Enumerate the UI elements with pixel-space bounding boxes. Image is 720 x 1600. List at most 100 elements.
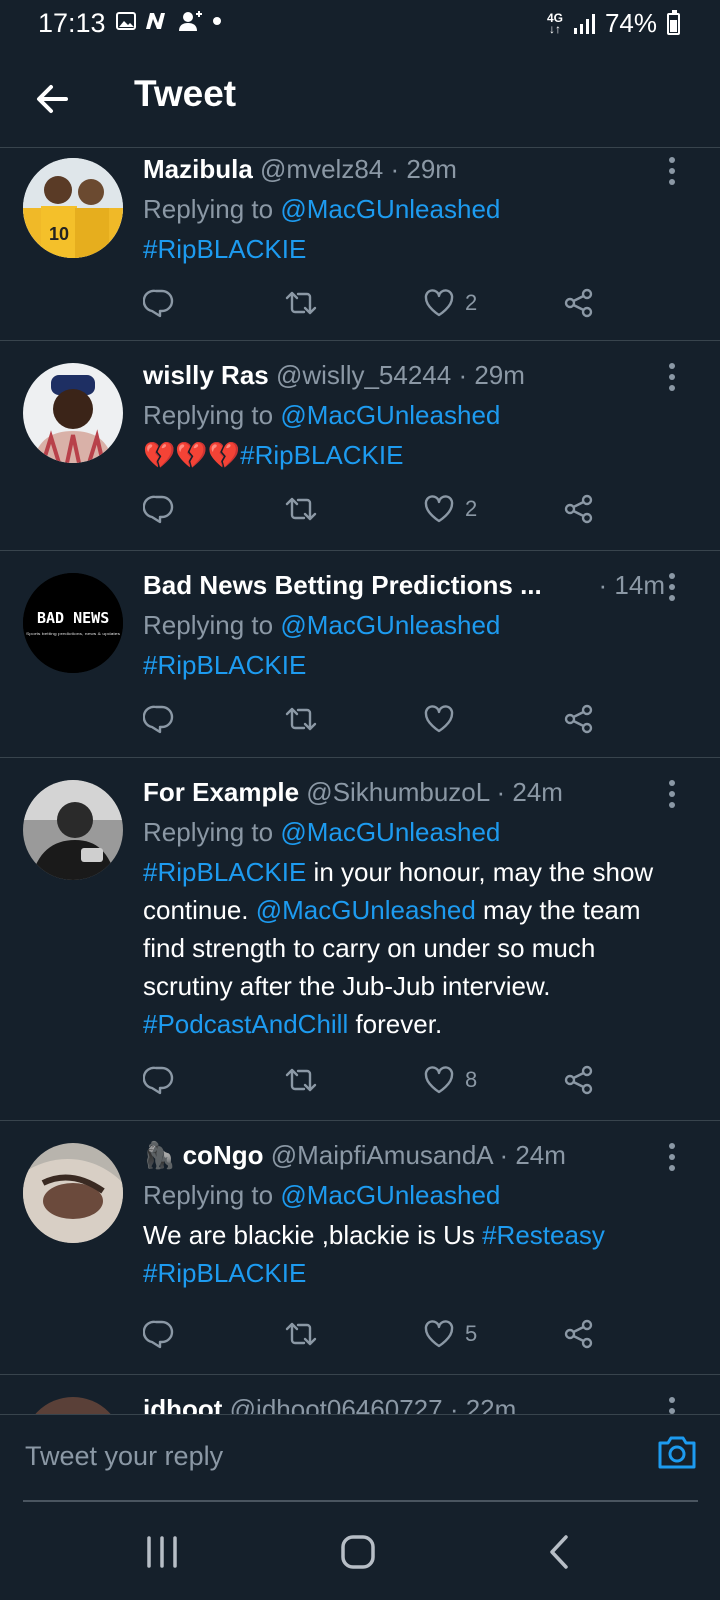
retweet-icon (285, 291, 317, 315)
author-name[interactable]: For Example (143, 777, 299, 807)
like-button[interactable]: 8 (423, 1060, 477, 1100)
reply-icon (143, 1066, 174, 1095)
replying-to: Replying to @MacGUnleashed (143, 817, 501, 847)
mention-link[interactable]: @MacGUnleashed (280, 817, 500, 847)
hashtag-link[interactable]: #RipBLACKIE (143, 1258, 306, 1288)
signal-icon (573, 13, 595, 34)
retweet-icon (285, 1322, 317, 1346)
share-button[interactable] (563, 1314, 595, 1354)
retweet-button[interactable] (283, 1060, 319, 1100)
retweet-icon (285, 1068, 317, 1092)
avatar[interactable]: BAD NEWS Sports betting predictions, news… (23, 573, 123, 673)
status-time: 17:13 (38, 8, 106, 38)
avatar[interactable]: 10 (23, 158, 123, 258)
author-name[interactable]: Mazibula (143, 154, 253, 184)
like-button[interactable]: 5 (423, 1314, 477, 1354)
reply-tweet[interactable]: jdhoot @jdhoot06460727 · 22m (0, 1375, 720, 1414)
hashtag-link[interactable]: #RipBLACKIE (143, 234, 306, 264)
mention-link[interactable]: @MacGUnleashed (280, 1180, 500, 1210)
tweet-text-segment: We are blackie ,blackie is Us (143, 1220, 483, 1250)
tweet-time: · 29m (458, 360, 525, 390)
reply-input[interactable] (23, 1433, 617, 1479)
like-button[interactable]: 2 (423, 489, 477, 529)
camera-button[interactable] (656, 1431, 698, 1473)
hashtag-link[interactable]: #Resteasy (482, 1220, 605, 1250)
system-nav-bar (0, 1502, 720, 1600)
reply-tweet[interactable]: wislly Ras @wislly_54244 · 29m Replying … (0, 341, 720, 551)
avatar[interactable] (23, 780, 123, 880)
author-handle[interactable]: @jdhoot06460727 (230, 1394, 443, 1414)
mention-link[interactable]: @MacGUnleashed (256, 895, 476, 925)
reply-tweet[interactable]: BAD NEWS Sports betting predictions, news… (0, 551, 720, 758)
tweet-text: We are blackie ,blackie is Us #Resteasy … (143, 1216, 665, 1292)
avatar-logo-text: BAD NEWS (37, 609, 109, 627)
author-name[interactable]: 🦍 coNgo (143, 1140, 263, 1170)
avatar[interactable] (23, 1397, 123, 1414)
more-vertical-icon (669, 1397, 675, 1414)
tweet-time: · 29m (390, 154, 457, 184)
like-count: 2 (465, 496, 478, 521)
retweet-icon (285, 497, 317, 521)
share-button[interactable] (563, 283, 595, 323)
mention-link[interactable]: @MacGUnleashed (280, 610, 500, 640)
avatar[interactable] (23, 1143, 123, 1243)
more-options-button[interactable] (662, 1142, 682, 1172)
like-button[interactable] (423, 699, 465, 739)
like-count: 5 (465, 1321, 478, 1346)
heart-icon (424, 1320, 454, 1348)
share-button[interactable] (563, 489, 595, 529)
back-button[interactable] (30, 76, 76, 122)
more-options-button[interactable] (662, 1396, 682, 1414)
share-icon (564, 494, 593, 524)
author-name[interactable]: wislly Ras (143, 360, 269, 390)
reply-tweet[interactable]: 🦍 coNgo @MaipfiAmusandA · 24m Replying t… (0, 1121, 720, 1375)
avatar-logo-tagline: Sports betting predictions, news & updat… (26, 631, 120, 636)
hashtag-link[interactable]: #RipBLACKIE (143, 650, 306, 680)
avatar[interactable] (23, 363, 123, 463)
reply-button[interactable] (143, 1314, 175, 1354)
more-options-button[interactable] (662, 362, 682, 392)
system-back-button[interactable] (540, 1532, 580, 1572)
home-icon (341, 1535, 375, 1569)
tweet-actions: 8 (143, 1060, 643, 1100)
retweet-button[interactable] (283, 489, 319, 529)
home-button[interactable] (338, 1532, 378, 1572)
retweet-button[interactable] (283, 1314, 319, 1354)
reply-icon (143, 1320, 174, 1349)
reply-button[interactable] (143, 699, 175, 739)
more-options-button[interactable] (662, 779, 682, 809)
dot-notification-icon (213, 17, 221, 25)
share-icon (564, 1319, 593, 1349)
mention-link[interactable]: @MacGUnleashed (280, 194, 500, 224)
status-bar: 17:13 4G ↓↑ 74% (0, 0, 720, 48)
author-handle[interactable]: @mvelz84 (260, 154, 383, 184)
more-options-button[interactable] (662, 156, 682, 186)
recent-apps-button[interactable] (142, 1532, 182, 1572)
reply-button[interactable] (143, 1060, 175, 1100)
hashtag-link[interactable]: #RipBLACKIE (240, 440, 403, 470)
like-button[interactable]: 2 (423, 283, 477, 323)
arrow-left-icon (37, 85, 68, 113)
mention-link[interactable]: @MacGUnleashed (280, 400, 500, 430)
reply-tweet[interactable]: For Example @SikhumbuzoL · 24m Replying … (0, 758, 720, 1121)
more-options-button[interactable] (662, 572, 682, 602)
reply-button[interactable] (143, 283, 175, 323)
hashtag-link[interactable]: #PodcastAndChill (143, 1009, 348, 1039)
author-handle[interactable]: @wislly_54244 (276, 360, 451, 390)
news-notification-icon (146, 13, 165, 29)
replies-feed[interactable]: 10 Mazibula @mvelz84 · 29m Replying to @… (0, 148, 720, 1414)
share-button[interactable] (563, 1060, 595, 1100)
hashtag-link[interactable]: #RipBLACKIE (143, 857, 306, 887)
author-handle[interactable]: @SikhumbuzoL (306, 777, 489, 807)
share-icon (564, 288, 593, 318)
reply-tweet[interactable]: 10 Mazibula @mvelz84 · 29m Replying to @… (0, 148, 720, 341)
author-handle[interactable]: @MaipfiAmusandA (271, 1140, 493, 1170)
svg-text:10: 10 (49, 224, 69, 244)
retweet-button[interactable] (283, 699, 319, 739)
reply-button[interactable] (143, 489, 175, 529)
retweet-button[interactable] (283, 283, 319, 323)
share-button[interactable] (563, 699, 595, 739)
author-name[interactable]: jdhoot (143, 1394, 222, 1414)
author-name[interactable]: Bad News Betting Predictions ... (143, 570, 542, 600)
tweet-time: · 22m (449, 1394, 517, 1414)
